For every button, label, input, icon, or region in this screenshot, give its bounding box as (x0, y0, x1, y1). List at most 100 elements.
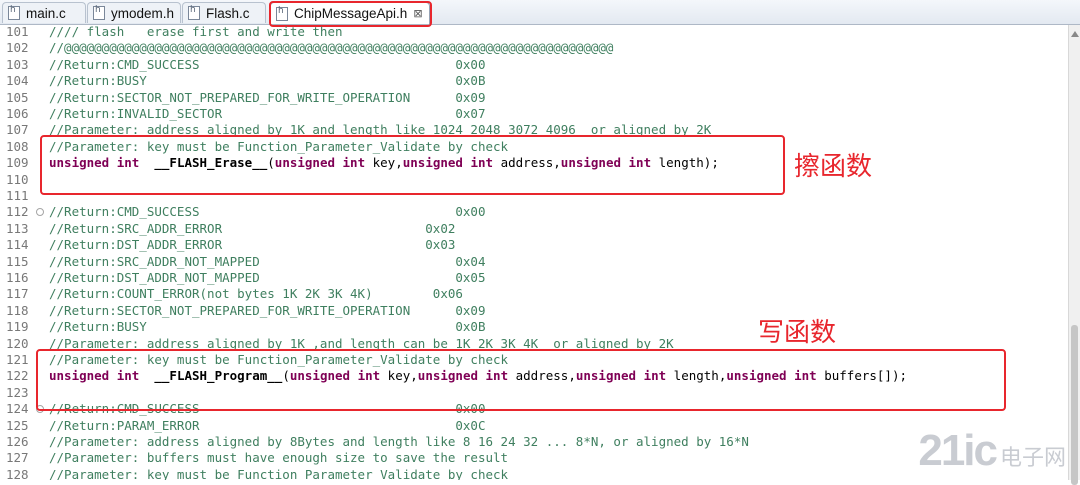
line-number: 108 (6, 138, 29, 154)
code-line[interactable]: 106 //Return:INVALID_SECTOR 0x07 (0, 106, 1068, 122)
code-text: //Return:COUNT_ERROR(not bytes 1K 2K 3K … (49, 286, 463, 302)
scrollbar-thumb[interactable] (1071, 325, 1078, 485)
code-comment: //Return:BUSY 0x0B (49, 73, 486, 89)
vertical-scrollbar[interactable] (1068, 25, 1080, 485)
tab-label: ymodem.h (111, 5, 175, 21)
code-line[interactable]: 102 //@@@@@@@@@@@@@@@@@@@@@@@@@@@@@@@@@@@… (0, 40, 1068, 56)
code-line[interactable]: 126 //Parameter: address aligned by 8Byte… (0, 434, 1068, 450)
code-text: //Return:SECTOR_NOT_PREPARED_FOR_WRITE_O… (49, 90, 486, 106)
tab-ymodem-h[interactable]: ymodem.h (87, 2, 181, 23)
code-comment: //Return:SRC_ADDR_NOT_MAPPED 0x04 (49, 253, 486, 269)
code-text: //Return:DST_ADDR_NOT_MAPPED 0x05 (49, 270, 486, 286)
code-text: //Return:BUSY 0x0B (49, 73, 486, 89)
line-number: 126 (6, 434, 29, 449)
line-number: 116 (6, 270, 29, 285)
code-comment: //Return:COUNT_ERROR(not bytes 1K 2K 3K … (49, 286, 463, 302)
line-number: 102 (6, 40, 29, 56)
code-line[interactable]: 103 //Return:CMD_SUCCESS 0x00 (0, 57, 1068, 73)
line-number: 127 (6, 450, 29, 466)
code-comment: //Return:BUSY 0x0B (49, 319, 486, 335)
h-file-icon (93, 5, 105, 20)
code-comment: //Return:SECTOR_NOT_PREPARED_FOR_WRITE_O… (49, 89, 486, 105)
line-number: 112 (6, 204, 29, 220)
fold-toggle-icon[interactable] (36, 208, 44, 217)
scroll-up-arrow-icon[interactable] (1071, 31, 1079, 37)
code-text: //Return:PARAM_ERROR 0x0C (49, 418, 486, 434)
code-text: //Return:BUSY 0x0B (49, 319, 486, 335)
c-file-icon (188, 5, 200, 20)
code-text: //Return:CMD_SUCCESS 0x00 (49, 204, 486, 220)
code-comment: //Return:SECTOR_NOT_PREPARED_FOR_WRITE_O… (49, 302, 486, 318)
active-tab-highlight (269, 1, 432, 27)
line-number: 125 (6, 417, 29, 433)
watermark-logo: 21ic (918, 426, 998, 475)
code-line[interactable]: 113 //Return:SRC_ADDR_ERROR 0x02 (0, 221, 1068, 237)
code-text: //Return:CMD_SUCCESS 0x00 (49, 57, 486, 73)
code-line[interactable]: 105 //Return:SECTOR_NOT_PREPARED_FOR_WRIT… (0, 90, 1068, 106)
line-number: 118 (6, 302, 29, 318)
code-comment: //Return:CMD_SUCCESS 0x00 (49, 204, 486, 220)
line-number: 110 (6, 171, 29, 187)
code-comment: //Return:INVALID_SECTOR 0x07 (49, 106, 486, 121)
line-number: 113 (6, 220, 29, 236)
line-number: 109 (6, 155, 29, 171)
code-comment: //// flash erase first and write then (49, 25, 343, 39)
code-line[interactable]: 119 //Return:BUSY 0x0B (0, 319, 1068, 335)
editor-tab-bar: main.c ymodem.h Flash.c ChipMessageApi.h… (0, 0, 1080, 25)
tab-label: main.c (26, 5, 66, 21)
code-text: //Return:SRC_ADDR_ERROR 0x02 (49, 221, 455, 237)
line-number: 117 (6, 286, 29, 302)
code-comment: //@@@@@@@@@@@@@@@@@@@@@@@@@@@@@@@@@@@@@@… (49, 40, 614, 56)
line-number: 107 (6, 122, 29, 138)
line-number: 121 (6, 352, 29, 367)
line-number: 119 (6, 319, 29, 335)
code-comment: //Return:DST_ADDR_ERROR 0x03 (49, 237, 456, 253)
line-number: 111 (6, 188, 29, 203)
code-line[interactable]: 114 //Return:DST_ADDR_ERROR 0x03 (0, 237, 1068, 253)
code-text: //Return:INVALID_SECTOR 0x07 (49, 106, 486, 122)
tab-flash-c[interactable]: Flash.c (182, 2, 266, 23)
site-watermark: 21ic 电子网 (918, 426, 1066, 476)
line-number: 106 (6, 106, 29, 121)
code-line[interactable]: 118 //Return:SECTOR_NOT_PREPARED_FOR_WRIT… (0, 303, 1068, 319)
c-file-icon (8, 5, 20, 20)
line-number: 122 (6, 368, 29, 384)
watermark-text: 电子网 (999, 445, 1066, 470)
code-editor[interactable]: 101 //// flash erase first and write then… (0, 25, 1068, 480)
line-number: 128 (6, 466, 29, 480)
code-text: //Return:DST_ADDR_ERROR 0x03 (49, 237, 455, 253)
code-comment: //Return:DST_ADDR_NOT_MAPPED 0x05 (49, 270, 486, 285)
code-comment: //Return:PARAM_ERROR 0x0C (49, 417, 486, 433)
code-comment: //Parameter: key must be Function_Parame… (49, 466, 509, 480)
code-line[interactable]: 101 //// flash erase first and write then (0, 25, 1068, 40)
erase-function-highlight (40, 135, 785, 195)
line-number: 115 (6, 253, 29, 269)
line-number: 124 (6, 401, 29, 417)
code-comment: //Parameter: address aligned by 8Bytes a… (49, 434, 749, 449)
line-number: 123 (6, 384, 29, 400)
line-number: 101 (6, 25, 29, 39)
line-number: 103 (6, 56, 29, 72)
write-function-annotation: 写函数 (758, 317, 837, 347)
code-text: //Parameter: key must be Function_Parame… (49, 467, 508, 480)
code-line[interactable]: 116 //Return:DST_ADDR_NOT_MAPPED 0x05 (0, 270, 1068, 286)
line-number: 104 (6, 73, 29, 89)
code-text: //Return:SECTOR_NOT_PREPARED_FOR_WRITE_O… (49, 303, 486, 319)
code-line[interactable]: 115 //Return:SRC_ADDR_NOT_MAPPED 0x04 (0, 254, 1068, 270)
code-text: //Parameter: address aligned by 8Bytes a… (49, 434, 749, 450)
code-line[interactable]: 112 //Return:CMD_SUCCESS 0x00 (0, 204, 1068, 220)
code-comment: //Parameter: buffers must have enough si… (49, 450, 509, 466)
code-line[interactable]: 104 //Return:BUSY 0x0B (0, 73, 1068, 89)
code-comment: //Return:SRC_ADDR_ERROR 0x02 (49, 220, 456, 236)
code-text: //@@@@@@@@@@@@@@@@@@@@@@@@@@@@@@@@@@@@@@… (49, 40, 613, 56)
program-function-highlight (36, 349, 1006, 411)
erase-function-annotation: 擦函数 (794, 151, 873, 181)
code-text: //Parameter: buffers must have enough si… (49, 450, 508, 466)
line-number: 120 (6, 335, 29, 351)
code-line[interactable]: 117 //Return:COUNT_ERROR(not bytes 1K 2K … (0, 286, 1068, 302)
code-line[interactable]: 128 //Parameter: key must be Function_Par… (0, 467, 1068, 480)
code-line[interactable]: 125 //Return:PARAM_ERROR 0x0C (0, 418, 1068, 434)
code-line[interactable]: 127 //Parameter: buffers must have enough… (0, 450, 1068, 466)
code-comment: //Return:CMD_SUCCESS 0x00 (49, 56, 486, 72)
tab-main-c[interactable]: main.c (2, 2, 86, 23)
